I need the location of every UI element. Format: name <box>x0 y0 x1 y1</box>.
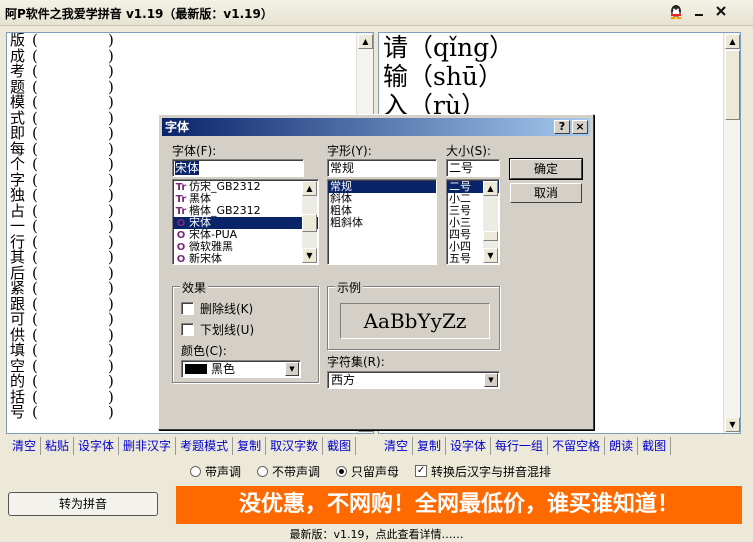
scroll-up-icon[interactable]: ▲ <box>302 181 317 196</box>
convert-button[interactable]: 转为拼音 <box>8 492 158 516</box>
radio-with-tone[interactable]: 带声调 <box>190 463 241 480</box>
help-icon[interactable]: ? <box>554 120 570 134</box>
dialog-title: 字体 <box>165 120 190 134</box>
font-input[interactable]: 宋体 <box>172 159 304 177</box>
size-input[interactable]: 二号 <box>446 159 500 177</box>
right-toolbar-link[interactable]: 每行一组 <box>491 437 549 455</box>
sample-group: 示例 AaBbYyZz <box>327 279 500 350</box>
close-icon[interactable] <box>712 4 730 22</box>
open-bracket: ( <box>32 403 38 421</box>
scroll-thumb[interactable] <box>302 214 317 232</box>
dialog-title-bar: 字体 ? × <box>162 118 590 136</box>
size-label: 大小(S): <box>446 144 492 158</box>
left-toolbar-link[interactable]: 清空 <box>8 437 42 455</box>
checkbox-icon[interactable] <box>181 323 194 336</box>
left-toolbar-link[interactable]: 截图 <box>323 437 357 455</box>
font-list[interactable]: Tr 仿宋_GB2312 Tr 黑体 Tr 楷体_GB2312 O 宋体 O 宋体-PUA O 微软雅… <box>172 179 319 265</box>
style-input[interactable]: 常规 <box>327 159 437 177</box>
scroll-thumb[interactable] <box>483 231 498 241</box>
charset-select[interactable]: 西方 ▼ <box>327 371 500 389</box>
radio-initials-only[interactable]: 只留声母 <box>336 463 399 480</box>
charset-label: 字符集(R): <box>327 355 385 369</box>
left-toolbar-link[interactable]: 复制 <box>233 437 267 455</box>
font-list-item[interactable]: O 新宋体 <box>173 253 318 265</box>
font-label: 字体(F): <box>172 144 217 158</box>
font-list-scrollbar[interactable]: ▲ ▼ <box>302 181 317 263</box>
right-toolbar-link[interactable]: 朗读 <box>605 437 639 455</box>
minimize-icon[interactable] <box>690 4 708 22</box>
title-bar: 阿P软件之我爱学拼音 v1.19（最新版：v1.19） <box>0 0 753 26</box>
underline-checkbox[interactable]: 下划线(U) <box>181 321 254 338</box>
scroll-up-icon[interactable]: ▲ <box>358 34 373 49</box>
cancel-button[interactable]: 取消 <box>510 183 582 203</box>
strikethrough-checkbox[interactable]: 删除线(K) <box>181 300 253 317</box>
effects-label: 效果 <box>180 279 209 296</box>
hanzi-rows: 版() 成() 考() 题() 模() 式() 即() 每() 个() 字() 独() 占() 一() 行… <box>10 33 114 421</box>
style-list-item[interactable]: 粗斜体 <box>328 217 436 229</box>
left-toolbar-link[interactable]: 考题模式 <box>176 437 234 455</box>
radio-icon[interactable] <box>257 465 269 477</box>
checkbox-icon[interactable] <box>181 302 194 315</box>
style-label: 字形(Y): <box>327 144 372 158</box>
right-toolbar: 清空 复制 设字体 每行一组 不留空格 朗读 截图 <box>380 437 672 455</box>
right-scrollbar[interactable]: ▲ ▼ <box>723 33 740 433</box>
checkbox-icon[interactable]: ✓ <box>415 465 428 477</box>
sample-label: 示例 <box>335 279 364 296</box>
right-toolbar-link[interactable]: 截图 <box>638 437 672 455</box>
style-list-items: 常规 斜体 粗体 粗斜体 <box>328 180 436 229</box>
font-type-icon: O <box>176 254 186 265</box>
size-list-scrollbar[interactable]: ▲ ▼ <box>483 181 498 263</box>
options-row: 带声调 不带声调 只留声母 ✓ 转换后汉字与拼音混排 <box>190 462 567 480</box>
right-toolbar-link[interactable]: 不留空格 <box>548 437 606 455</box>
color-select[interactable]: 黑色 ▼ <box>181 360 301 378</box>
size-list[interactable]: 二号 小二 三号 小三 四号 小四 五号 ▲ ▼ <box>446 179 500 265</box>
ok-button[interactable]: 确定 <box>509 158 583 180</box>
pinyin-row: 请（qǐng） <box>383 33 515 62</box>
chevron-down-icon[interactable]: ▼ <box>285 362 299 376</box>
right-toolbar-link[interactable]: 清空 <box>380 437 414 455</box>
hanzi-char: 号 <box>10 403 26 421</box>
font-name: 新宋体 <box>189 252 222 265</box>
scroll-thumb[interactable] <box>725 50 740 120</box>
scroll-down-icon[interactable]: ▼ <box>725 417 740 432</box>
left-toolbar-link[interactable]: 取汉字数 <box>266 437 324 455</box>
right-toolbar-link[interactable]: 复制 <box>413 437 447 455</box>
scroll-up-icon[interactable]: ▲ <box>725 34 740 49</box>
chevron-down-icon[interactable]: ▼ <box>484 373 498 387</box>
font-dialog: 字体 ? × 字体(F): 宋体 Tr 仿宋_GB2312 Tr 黑体 Tr 楷体_GB2… <box>158 114 594 430</box>
left-toolbar-link[interactable]: 删非汉字 <box>119 437 177 455</box>
radio-without-tone[interactable]: 不带声调 <box>257 463 320 480</box>
window-title: 阿P软件之我爱学拼音 v1.19（最新版：v1.19） <box>5 7 273 21</box>
radio-icon[interactable] <box>190 465 201 477</box>
promo-banner[interactable]: 没优惠，不网购！全网最低价，谁买谁知道！ <box>176 486 742 524</box>
left-toolbar-link[interactable]: 设字体 <box>74 437 120 455</box>
sample-preview: AaBbYyZz <box>340 303 490 339</box>
qq-icon[interactable] <box>667 4 685 22</box>
left-toolbar: 清空 粘贴 设字体 删非汉字 考题模式 复制 取汉字数 截图 <box>8 437 357 455</box>
hanzi-row: 号 () <box>10 403 114 421</box>
close-bracket: ) <box>108 403 114 421</box>
scroll-up-icon[interactable]: ▲ <box>483 181 498 196</box>
color-swatch <box>185 364 207 374</box>
font-list-items: Tr 仿宋_GB2312 Tr 黑体 Tr 楷体_GB2312 O 宋体 O 宋体-PUA O 微软雅… <box>173 180 318 265</box>
close-icon[interactable]: × <box>572 120 588 134</box>
status-bar[interactable]: 最新版：v1.19，点此查看详情…… <box>0 528 753 542</box>
left-toolbar-link[interactable]: 粘贴 <box>41 437 75 455</box>
color-label: 颜色(C): <box>181 344 227 358</box>
effects-group: 效果 删除线(K) 下划线(U) 颜色(C): 黑色 ▼ <box>172 279 319 383</box>
scroll-down-icon[interactable]: ▼ <box>302 248 317 263</box>
radio-icon[interactable] <box>336 465 348 477</box>
scroll-down-icon[interactable]: ▼ <box>483 248 498 263</box>
style-list[interactable]: 常规 斜体 粗体 粗斜体 <box>327 179 437 265</box>
mixed-layout-checkbox[interactable]: ✓ 转换后汉字与拼音混排 <box>415 463 551 480</box>
right-toolbar-link[interactable]: 设字体 <box>446 437 492 455</box>
pinyin-row: 输（shū） <box>383 62 504 91</box>
